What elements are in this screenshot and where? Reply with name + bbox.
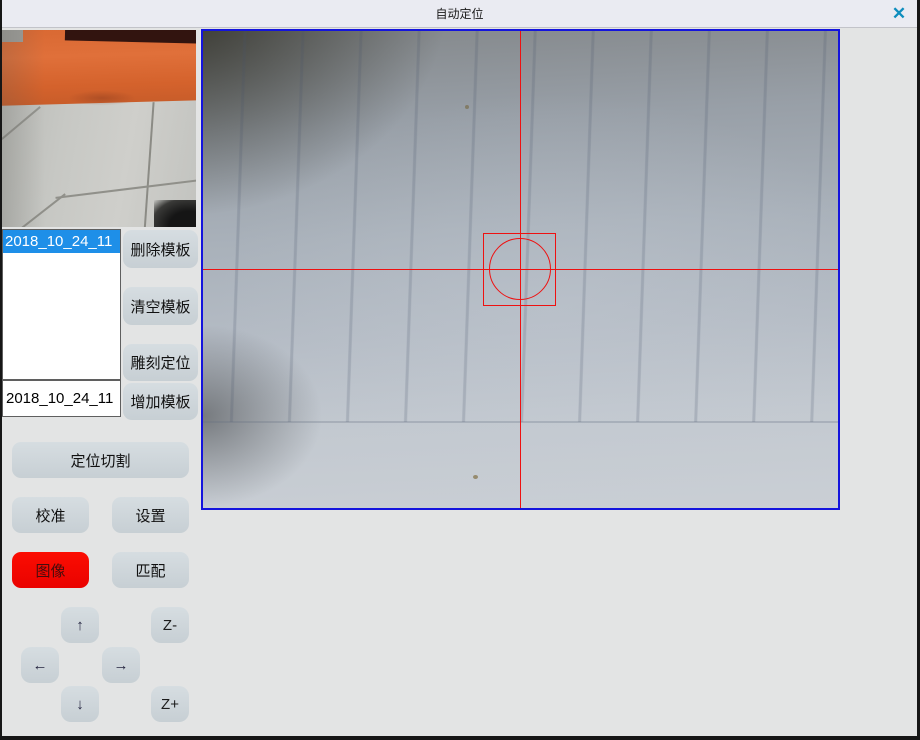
title-bar: 自动定位 ✕ bbox=[2, 0, 917, 28]
jog-up-button[interactable]: ↑ bbox=[61, 607, 99, 643]
template-name-input[interactable] bbox=[2, 380, 121, 417]
jog-z-plus-button[interactable]: Z+ bbox=[151, 686, 189, 722]
dialog-body: 2018_10_24_11 删除模板 清空模板 雕刻定位 增加模板 定位切割 校… bbox=[2, 29, 917, 736]
template-list: 2018_10_24_11 bbox=[2, 229, 121, 380]
image-button-active[interactable]: 图像 bbox=[12, 552, 89, 588]
settings-button[interactable]: 设置 bbox=[112, 497, 189, 533]
auto-position-dialog: 自动定位 ✕ 2018_10_24_11 删除模板 清空模板 雕刻定位 增加模板 bbox=[0, 0, 920, 740]
match-button[interactable]: 匹配 bbox=[112, 552, 189, 588]
template-list-item[interactable]: 2018_10_24_11 bbox=[3, 230, 120, 253]
close-icon[interactable]: ✕ bbox=[889, 3, 909, 25]
add-template-button[interactable]: 增加模板 bbox=[123, 383, 198, 420]
thumb-shading bbox=[2, 30, 196, 227]
engrave-position-button[interactable]: 雕刻定位 bbox=[123, 344, 198, 381]
jog-down-button[interactable]: ↓ bbox=[61, 686, 99, 722]
camera-view bbox=[201, 29, 840, 510]
dialog-title: 自动定位 bbox=[2, 0, 917, 28]
delete-template-button[interactable]: 删除模板 bbox=[123, 230, 198, 268]
calibrate-button[interactable]: 校准 bbox=[12, 497, 89, 533]
jog-right-button[interactable]: → bbox=[102, 647, 140, 683]
camera-speck bbox=[473, 475, 478, 479]
camera-speck bbox=[465, 105, 469, 109]
template-thumbnail bbox=[2, 30, 196, 227]
position-cut-button[interactable]: 定位切割 bbox=[12, 442, 189, 478]
roi-circle-marker bbox=[489, 238, 551, 300]
clear-templates-button[interactable]: 清空模板 bbox=[123, 287, 198, 325]
jog-left-button[interactable]: ← bbox=[21, 647, 59, 683]
jog-z-minus-button[interactable]: Z- bbox=[151, 607, 189, 643]
